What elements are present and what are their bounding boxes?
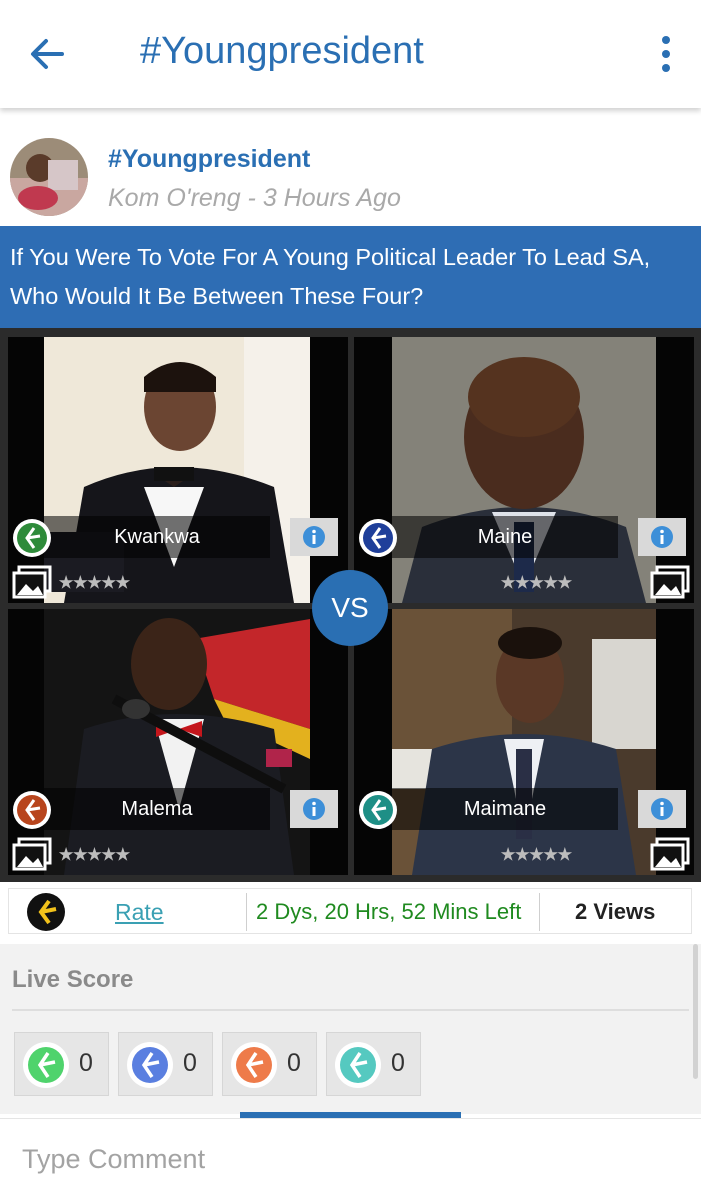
score-card-2: 0 <box>118 1032 213 1096</box>
party-score-icon <box>23 1042 69 1088</box>
gallery-icon[interactable] <box>12 837 52 871</box>
gallery-icon[interactable] <box>650 837 690 871</box>
contestant-card-3[interactable]: Malema ⭑⭑⭑⭑⭑ <box>8 609 348 875</box>
divider <box>539 893 540 931</box>
time-left: 2 Dys, 20 Hrs, 52 Mins Left <box>256 899 522 924</box>
contestant-card-4[interactable]: Maimane ⭑⭑⭑⭑⭑ <box>354 609 694 875</box>
info-button[interactable] <box>290 518 338 556</box>
score-value: 0 <box>79 1049 93 1077</box>
contestant-name: Kwankwa <box>44 516 270 558</box>
contestant-card-1[interactable]: Kwankwa ⭑⭑⭑⭑⭑ <box>8 337 348 603</box>
info-icon <box>651 798 673 820</box>
score-value: 0 <box>183 1049 197 1077</box>
info-icon <box>651 526 673 548</box>
avatar[interactable] <box>10 138 88 216</box>
live-score-title: Live Score <box>12 966 134 993</box>
gallery-icon[interactable] <box>12 565 52 599</box>
contestant-name: Maine <box>392 516 618 558</box>
score-value: 0 <box>287 1049 301 1077</box>
party-badge-icon[interactable] <box>13 791 51 829</box>
star-rating[interactable]: ⭑⭑⭑⭑⭑ <box>500 834 573 874</box>
divider <box>12 1009 689 1011</box>
contestant-name: Malema <box>44 788 270 830</box>
rate-icon[interactable] <box>27 893 65 931</box>
party-score-icon <box>335 1042 381 1088</box>
scrollbar[interactable] <box>693 944 698 1079</box>
contestant-card-2[interactable]: Maine ⭑⭑⭑⭑⭑ <box>354 337 694 603</box>
more-vert-icon[interactable] <box>650 32 682 76</box>
score-value: 0 <box>391 1049 405 1077</box>
info-button[interactable] <box>290 790 338 828</box>
party-badge-icon[interactable] <box>359 519 397 557</box>
divider <box>246 893 247 931</box>
score-card-3: 0 <box>222 1032 317 1096</box>
post-meta: Kom O'reng - 3 Hours Ago <box>108 184 401 212</box>
post-title[interactable]: #Youngpresident <box>108 145 310 174</box>
stats-bar: Rate 2 Dys, 20 Hrs, 52 Mins Left 2 Views <box>8 888 692 934</box>
info-icon <box>303 798 325 820</box>
app-bar-title: #Youngpresident <box>140 30 424 72</box>
info-button[interactable] <box>638 518 686 556</box>
app-bar: #Youngpresident <box>0 0 701 108</box>
party-score-icon <box>127 1042 173 1088</box>
comment-bar <box>0 1118 701 1200</box>
question-banner: If You Were To Vote For A Young Politica… <box>0 226 701 328</box>
star-rating[interactable]: ⭑⭑⭑⭑⭑ <box>58 562 131 602</box>
post-header: #Youngpresident Kom O'reng - 3 Hours Ago <box>0 118 701 228</box>
contestant-name: Maimane <box>392 788 618 830</box>
score-card-1: 0 <box>14 1032 109 1096</box>
party-badge-icon[interactable] <box>359 791 397 829</box>
score-card-4: 0 <box>326 1032 421 1096</box>
rate-link[interactable]: Rate <box>115 899 164 926</box>
back-arrow-icon[interactable] <box>26 32 70 76</box>
star-rating[interactable]: ⭑⭑⭑⭑⭑ <box>58 834 131 874</box>
views-count: 2 Views <box>575 899 656 924</box>
info-icon <box>303 526 325 548</box>
party-score-icon <box>231 1042 277 1088</box>
info-button[interactable] <box>638 790 686 828</box>
star-rating[interactable]: ⭑⭑⭑⭑⭑ <box>500 562 573 602</box>
vs-badge: VS <box>312 570 388 646</box>
comment-input[interactable] <box>22 1137 672 1181</box>
live-score-panel: Live Score 0 0 0 0 <box>0 944 701 1114</box>
gallery-icon[interactable] <box>650 565 690 599</box>
party-badge-icon[interactable] <box>13 519 51 557</box>
